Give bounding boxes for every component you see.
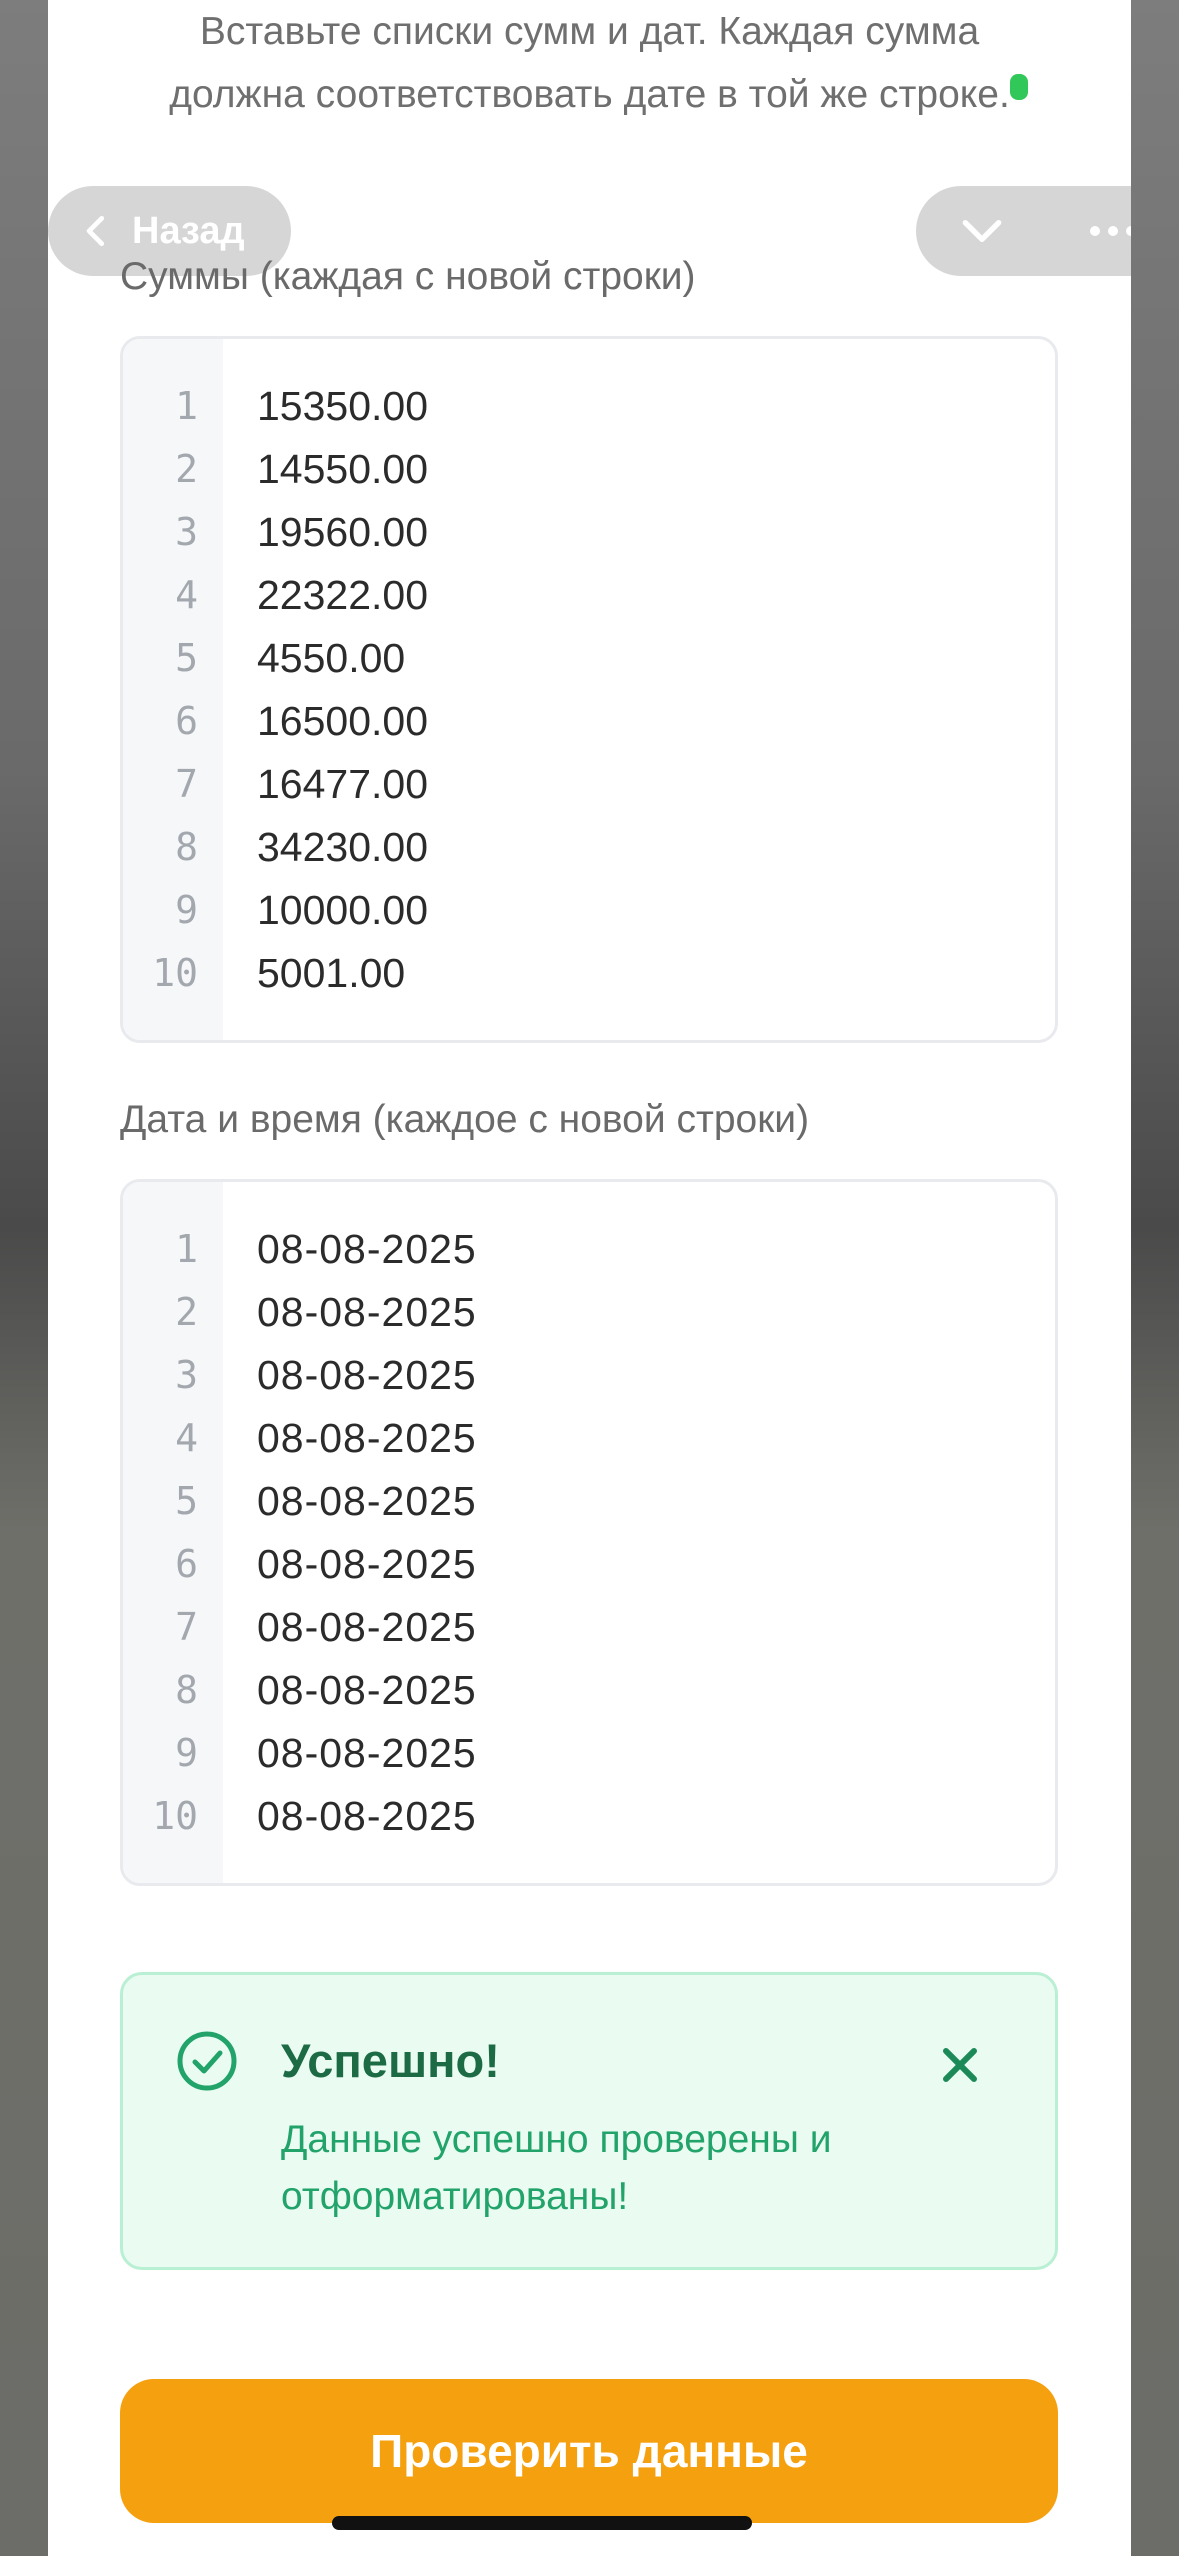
back-button-label: Назад <box>132 209 245 252</box>
line-number: 10 <box>152 1794 198 1838</box>
toast-message: Данные успешно проверены и отформатирова… <box>281 2118 832 2218</box>
date-value: 08-08-2025 <box>257 1415 477 1461</box>
dates-textarea[interactable]: 1 08-08-2025 2 08-08-2025 3 08-08-2025 4 08-… <box>120 1179 1058 1886</box>
date-value: 08-08-2025 <box>257 1604 477 1650</box>
line-number: 2 <box>175 1290 198 1334</box>
sums-line: 6 16500.00 <box>123 690 1055 753</box>
chevron-down-icon <box>962 219 1001 243</box>
background-left <box>0 0 48 2556</box>
toast-title: Успешно! <box>281 2034 500 2087</box>
line-number: 9 <box>175 1731 198 1775</box>
sums-line: 1 15350.00 <box>123 375 1055 438</box>
top-right-controls <box>916 186 1131 276</box>
status-indicator <box>1010 74 1028 100</box>
date-value: 08-08-2025 <box>257 1352 477 1398</box>
line-number: 8 <box>175 1668 198 1712</box>
line-number: 1 <box>175 384 198 428</box>
sum-value: 5001.00 <box>257 950 406 996</box>
dates-line: 10 08-08-2025 <box>123 1785 1055 1848</box>
date-value: 08-08-2025 <box>257 1793 477 1839</box>
sum-value: 10000.00 <box>257 887 429 933</box>
line-number: 3 <box>175 1353 198 1397</box>
dates-line: 5 08-08-2025 <box>123 1470 1055 1533</box>
line-number: 8 <box>175 825 198 869</box>
line-number: 6 <box>175 699 198 743</box>
date-value: 08-08-2025 <box>257 1478 477 1524</box>
sum-value: 16500.00 <box>257 698 429 744</box>
sums-line: 8 34230.00 <box>123 816 1055 879</box>
line-number: 2 <box>175 447 198 491</box>
sums-textarea[interactable]: 1 15350.00 2 14550.00 3 19560.00 4 22322.00 … <box>120 336 1058 1043</box>
dates-line: 7 08-08-2025 <box>123 1596 1055 1659</box>
sums-line: 9 10000.00 <box>123 879 1055 942</box>
intro-text: Вставьте списки сумм и дат. Каждая сумма… <box>169 10 1010 116</box>
line-number: 5 <box>175 636 198 680</box>
date-value: 08-08-2025 <box>257 1541 477 1587</box>
sum-value: 19560.00 <box>257 509 429 555</box>
success-toast: Успешно! Данные успешно проверены и отфо… <box>120 1972 1058 2270</box>
line-number: 7 <box>175 1605 198 1649</box>
sums-label: Суммы (каждая с новой строки) <box>120 255 696 298</box>
check-circle-icon <box>177 2031 237 2091</box>
sum-value: 34230.00 <box>257 824 429 870</box>
check-data-button[interactable]: Проверить данные <box>120 2379 1058 2523</box>
line-number: 6 <box>175 1542 198 1586</box>
sum-value: 14550.00 <box>257 446 429 492</box>
date-value: 08-08-2025 <box>257 1226 477 1272</box>
line-number: 7 <box>175 762 198 806</box>
chevron-left-icon <box>86 215 105 247</box>
dates-line: 2 08-08-2025 <box>123 1281 1055 1344</box>
check-data-button-label: Проверить данные <box>370 2425 808 2477</box>
dates-line: 3 08-08-2025 <box>123 1344 1055 1407</box>
sum-value: 4550.00 <box>257 635 406 681</box>
line-number: 5 <box>175 1479 198 1523</box>
more-icon <box>1089 226 1131 236</box>
line-number: 4 <box>175 573 198 617</box>
sums-line: 10 5001.00 <box>123 942 1055 1005</box>
collapse-button[interactable] <box>916 186 1047 276</box>
more-button[interactable] <box>1047 186 1131 276</box>
dates-line: 9 08-08-2025 <box>123 1722 1055 1785</box>
date-value: 08-08-2025 <box>257 1667 477 1713</box>
dates-label: Дата и время (каждое с новой строки) <box>120 1098 810 1141</box>
sums-line: 4 22322.00 <box>123 564 1055 627</box>
background-right <box>1131 0 1179 2556</box>
dates-line: 6 08-08-2025 <box>123 1533 1055 1596</box>
sum-value: 22322.00 <box>257 572 429 618</box>
sum-value: 16477.00 <box>257 761 429 807</box>
sums-line: 2 14550.00 <box>123 438 1055 501</box>
line-number: 1 <box>175 1227 198 1271</box>
home-indicator <box>332 2516 752 2530</box>
close-icon[interactable] <box>938 2043 982 2087</box>
dates-line: 8 08-08-2025 <box>123 1659 1055 1722</box>
form-sheet: Вставьте списки сумм и дат. Каждая сумма… <box>48 0 1131 2556</box>
date-value: 08-08-2025 <box>257 1289 477 1335</box>
sum-value: 15350.00 <box>257 383 429 429</box>
line-number: 9 <box>175 888 198 932</box>
line-number: 10 <box>152 951 198 995</box>
dates-line: 4 08-08-2025 <box>123 1407 1055 1470</box>
sums-line: 5 4550.00 <box>123 627 1055 690</box>
line-number: 4 <box>175 1416 198 1460</box>
line-number: 3 <box>175 510 198 554</box>
sums-line: 3 19560.00 <box>123 501 1055 564</box>
sums-line: 7 16477.00 <box>123 753 1055 816</box>
date-value: 08-08-2025 <box>257 1730 477 1776</box>
dates-line: 1 08-08-2025 <box>123 1218 1055 1281</box>
